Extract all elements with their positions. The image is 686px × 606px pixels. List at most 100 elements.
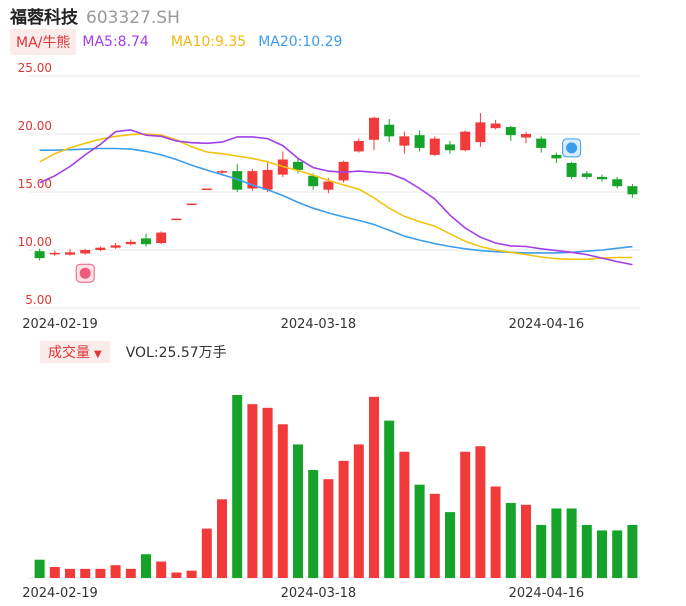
x-tick-label: 2024-03-18 [281,317,357,332]
candle-body [171,218,182,221]
candle [536,136,547,153]
volume-bar [125,568,136,578]
volume-bar [414,484,425,578]
x-tick-label: 2024-04-16 [509,317,585,332]
volume-bar [536,524,547,578]
candle [490,120,501,130]
candle [34,248,45,261]
volume-bar [217,499,227,578]
volume-bar [293,444,303,578]
volume-bar [429,493,440,578]
y-tick-label: 25.00 [18,61,52,75]
candle [156,231,167,245]
candle-body [612,179,623,187]
candle-body [293,161,303,170]
candle-body [521,134,531,138]
volume-bar [95,568,106,578]
candle [505,125,516,141]
ma20-line [39,147,633,254]
candle-body [581,173,592,177]
volume-bar [445,512,455,578]
candle-body [627,186,638,195]
volume-bar [612,530,623,578]
candle [247,168,258,191]
candle-body [384,124,395,137]
candle-body [110,245,121,248]
candle [399,131,410,154]
candle-body [536,138,547,148]
candle [521,131,531,144]
candle-body [475,122,486,143]
volume-bar [156,561,167,578]
volume-bar [460,451,471,578]
volume-bar [384,420,395,578]
ma10-line [39,133,633,261]
volume-bar [581,524,592,578]
candle-body [156,232,167,244]
y-tick-label: 5.00 [25,293,52,307]
volume-bar [490,486,501,578]
volume-x-tick-label: 2024-03-18 [281,586,357,601]
volume-bar [34,559,45,578]
candle-body [217,171,227,173]
volume-bar [141,554,151,578]
candle [186,203,197,206]
candle-body [49,252,60,255]
volume-bar [338,460,349,578]
volume-bar [201,528,212,578]
candle-body [308,175,319,187]
volume-bar [399,451,410,578]
candle-body [429,138,440,155]
candle [551,152,562,163]
volume-bar [353,444,364,578]
bear-icon-dot [566,142,578,154]
candle-body [262,169,273,190]
volume-bar [49,567,60,578]
candle-body [338,161,349,181]
volume-bar [247,404,258,578]
candle [201,188,212,191]
volume-bar [308,470,319,578]
candle [566,161,577,180]
ma5-line [39,129,633,266]
candle [277,151,288,177]
volume-bar [80,568,91,578]
candle-body [186,203,197,206]
candle [627,183,638,198]
candle [597,174,607,182]
candle-body [141,238,151,245]
candle-body [597,176,607,180]
candle [49,250,60,256]
candle [581,171,592,180]
candle [429,136,440,157]
volume-bar [171,572,182,578]
candle-body [490,123,501,129]
bull-icon-dot [79,267,91,279]
volume-bar [369,396,379,578]
candle [171,218,182,221]
candle [612,176,623,189]
volume-bar [505,502,516,578]
volume-bar [475,446,486,578]
candle-body [460,131,471,151]
volume-bar [232,395,243,578]
candle-body [369,117,379,140]
candle [125,239,136,246]
volume-x-tick-label: 2024-02-19 [22,586,98,601]
candle [110,243,121,249]
y-tick-label: 10.00 [18,235,52,249]
candle [141,233,151,247]
bull-icon [75,263,95,283]
candle-body [566,163,577,177]
volume-bar [597,530,607,578]
volume-bar [323,479,334,578]
y-tick-label: 20.00 [18,119,52,133]
candle-body [201,188,212,191]
candle-body [445,144,455,151]
volume-bar [186,570,197,578]
candle [369,116,379,151]
volume-bar [110,565,121,578]
volume-bar [566,508,577,578]
x-tick-label: 2024-02-19 [22,317,98,332]
kline-chart[interactable]: 25.0020.0015.0010.005.002024-02-192024-0… [0,0,686,606]
